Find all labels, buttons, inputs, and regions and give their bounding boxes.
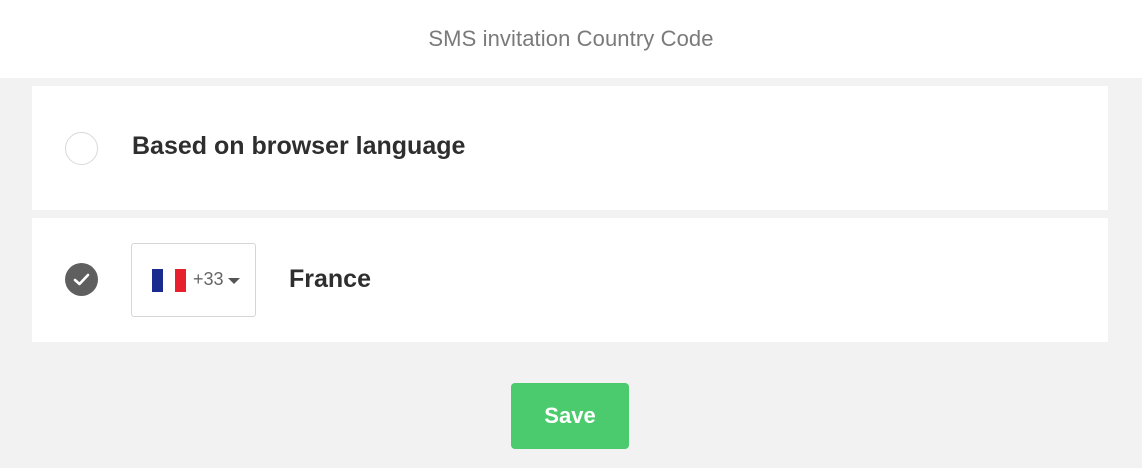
radio-browser-language[interactable] xyxy=(65,132,98,165)
option-browser-language[interactable]: Based on browser language xyxy=(32,86,1108,210)
country-code-dropdown[interactable]: +33 xyxy=(131,243,256,317)
option-country[interactable]: +33 France xyxy=(32,218,1108,342)
dial-code: +33 xyxy=(193,269,224,289)
chevron-down-icon xyxy=(228,278,240,284)
save-button[interactable]: Save xyxy=(511,383,629,449)
option-label-country: France xyxy=(289,265,371,293)
radio-country[interactable] xyxy=(65,263,98,296)
option-label-browser-language: Based on browser language xyxy=(132,132,466,160)
page-title: SMS invitation Country Code xyxy=(428,26,714,51)
page-header: SMS invitation Country Code xyxy=(0,0,1142,78)
checkmark-icon xyxy=(73,273,90,286)
france-flag-icon xyxy=(152,269,186,292)
